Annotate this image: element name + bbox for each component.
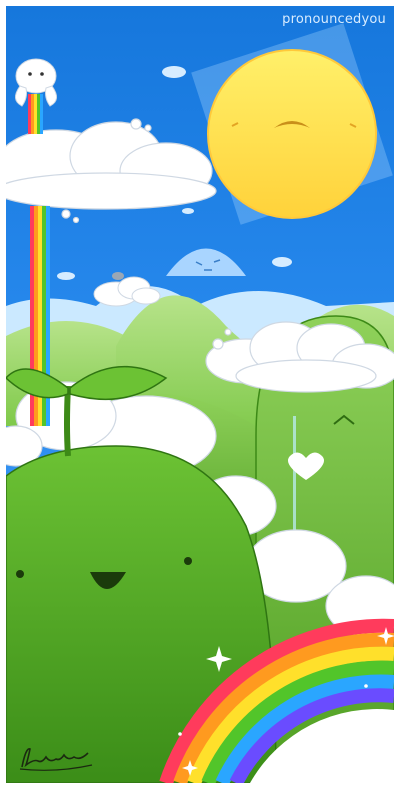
tiny-bird-icon — [112, 272, 124, 280]
watermark-text: pronouncedyou — [282, 12, 386, 27]
artwork-frame: pronouncedyou — [0, 0, 400, 789]
sun — [207, 49, 377, 219]
artist-signature — [19, 748, 93, 771]
illustration-scene: pronouncedyou — [6, 6, 394, 783]
illustration-art — [6, 6, 394, 783]
